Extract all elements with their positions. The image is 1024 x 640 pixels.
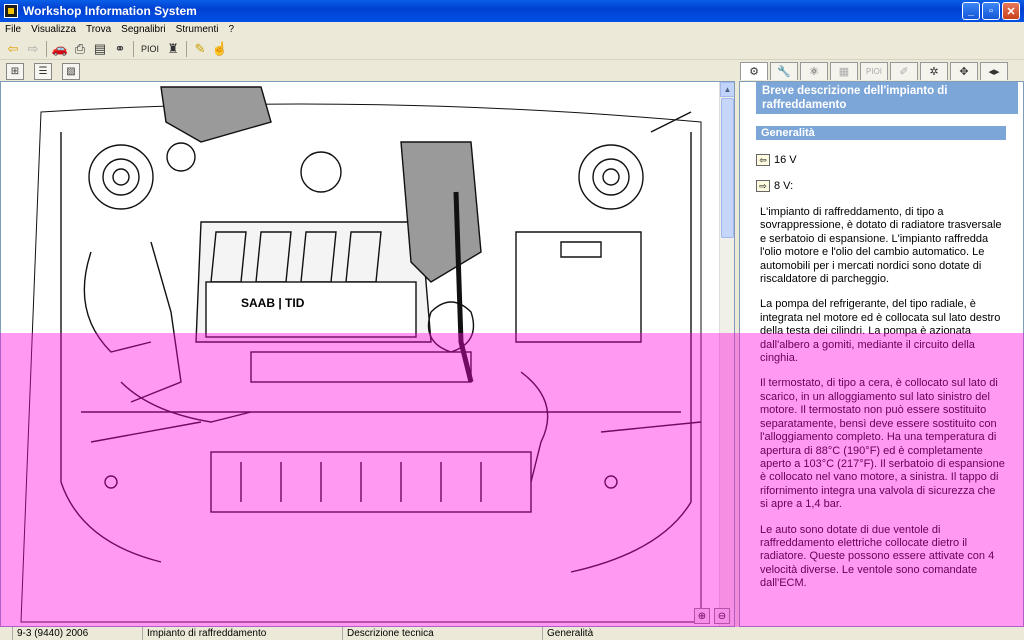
tab-tool-icon[interactable]: ✐ [890,61,918,80]
link-8v-label[interactable]: 8 V: [774,180,793,192]
image-toolbar: ⊞ ☰ ▨ [0,61,736,81]
menu-segnalibri[interactable]: Segnalibri [116,24,170,35]
tab-move-icon[interactable]: ✥ [950,61,978,80]
print-icon[interactable]: ⎙ [70,39,90,59]
document-icon[interactable]: ▤ [90,39,110,59]
pioi-button[interactable]: PIOI [137,44,163,54]
menu-help[interactable]: ? [223,24,239,35]
window-title: Workshop Information System [23,4,197,18]
main-toolbar: ⇦ ⇨ 🚗 ⎙ ▤ ⚭ PIOI ♜ ✎ ☝ [0,38,1024,60]
scroll-up-arrow-icon[interactable]: ▲ [720,82,734,97]
tab-overview-icon[interactable]: ⚙ [740,61,768,80]
toolbar-separator [186,40,188,57]
menu-bar: File Visualizza Trova Segnalibri Strumen… [0,22,1024,36]
section-heading: Generalità [756,126,1006,140]
menu-visualizza[interactable]: Visualizza [26,24,81,35]
engine-brand-label: SAAB | TID [241,296,305,310]
minimize-button[interactable]: _ [962,2,980,20]
tab-navigation-icon[interactable]: ◂▸ [980,61,1008,80]
pointer-icon[interactable]: ☝ [210,39,230,59]
document-tabs: ⚙ 🔧 ⚛ ▦ PIOI ✐ ✲ ✥ ◂▸ [740,60,1024,81]
menu-trova[interactable]: Trova [81,24,116,35]
document-heading: Breve descrizione dell'impianto di raffr… [756,82,1018,114]
menu-file[interactable]: File [0,24,26,35]
pencil-icon[interactable]: ✎ [190,39,210,59]
link-arrow-icon: ⇨ [756,180,770,192]
image-view-icon[interactable]: ▨ [62,62,80,80]
text-panel-margin [740,82,756,626]
zoom-out-icon[interactable]: ⊖ [714,608,730,624]
forward-arrow-icon[interactable]: ⇨ [23,39,43,59]
status-bar: 9-3 (9440) 2006 Impianto di raffreddamen… [0,627,1024,640]
link-16v[interactable]: ⇦ 16 V [756,154,1018,166]
lamp-icon[interactable]: ♜ [163,39,183,59]
engine-diagram: SAAB | TID [20,86,702,623]
menu-strumenti[interactable]: Strumenti [171,24,224,35]
status-section: Generalità [542,627,742,640]
paragraph-thermostat: Il termostato, di tipo a cera, è colloca… [760,377,1005,511]
tab-parts-icon[interactable]: ⚛ [800,61,828,80]
paragraph-fans: Le auto sono dotate di due ventole di ra… [760,523,995,590]
tab-pioi[interactable]: PIOI [860,61,888,80]
back-arrow-icon[interactable]: ⇦ [3,39,23,59]
image-vertical-scrollbar[interactable]: ▲ [719,82,734,626]
close-button[interactable]: ✕ [1002,2,1020,20]
description-panel: Breve descrizione dell'impianto di raffr… [739,81,1024,627]
car-icon[interactable]: 🚗 [50,39,70,59]
engine-illustration-panel: SAAB | TID ▲ ⊕ ⊖ [0,81,735,627]
status-system: Impianto di raffreddamento [142,627,342,640]
app-icon [4,4,18,18]
title-bar: Workshop Information System _ ▫ ✕ [0,0,1024,22]
list-view-icon[interactable]: ☰ [34,62,52,80]
link-8v[interactable]: ⇨ 8 V: [756,180,1018,192]
toolbar-separator [46,40,47,57]
toolbar-separator [133,40,134,57]
tab-specs-icon[interactable]: ▦ [830,61,858,80]
paragraph-overview: L'impianto di raffreddamento, di tipo a … [760,206,1002,286]
tab-wrench-icon[interactable]: 🔧 [770,61,798,80]
zoom-in-icon[interactable]: ⊕ [694,608,710,624]
tree-view-icon[interactable]: ⊞ [6,62,24,80]
link-arrow-icon: ⇦ [756,154,770,166]
binoculars-icon[interactable]: ⚭ [110,39,130,59]
paragraph-pump: La pompa del refrigerante, del tipo radi… [760,298,1001,365]
status-doctype: Descrizione tecnica [342,627,542,640]
tab-diagnosis-icon[interactable]: ✲ [920,61,948,80]
status-model: 9-3 (9440) 2006 [12,627,142,640]
maximize-button[interactable]: ▫ [982,2,1000,20]
scroll-thumb[interactable] [721,98,734,238]
link-16v-label[interactable]: 16 V [774,154,797,166]
